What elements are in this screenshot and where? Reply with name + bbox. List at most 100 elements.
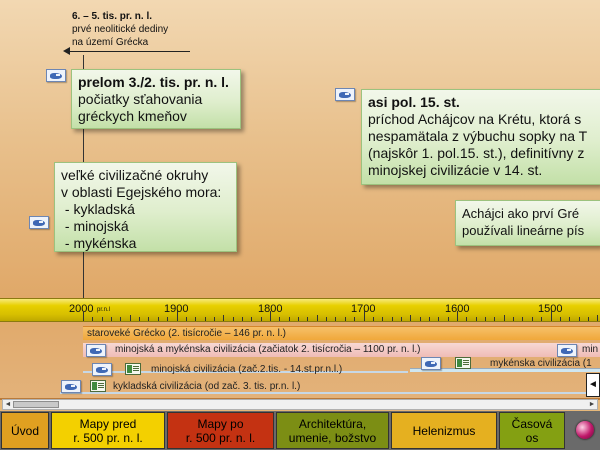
year-label-prnl: pr.n.l <box>97 307 111 313</box>
ruler-tick <box>298 317 300 321</box>
ruler-tick <box>185 317 187 321</box>
scroll-left-button[interactable]: ◄ <box>3 400 13 409</box>
nav-timeline-button[interactable]: Časová os <box>499 412 565 449</box>
map-icon[interactable] <box>46 69 66 82</box>
map-icon[interactable] <box>61 380 81 393</box>
linear-script-box: Achájci ako prví Gré používali lineárne … <box>455 200 600 246</box>
neolithic-note-line1: prvé neolitické dediny <box>72 24 169 35</box>
ruler-tick <box>391 317 393 321</box>
left-arrowhead-icon <box>63 47 70 55</box>
ruler-tick <box>419 317 421 321</box>
page-icon[interactable] <box>90 380 106 392</box>
ruler-tick <box>587 317 589 321</box>
ruler-tick <box>241 317 243 321</box>
ruler-tick <box>475 317 477 321</box>
ruler-tick <box>260 317 262 321</box>
map-icon[interactable] <box>29 216 49 229</box>
ruler-tick <box>279 317 281 321</box>
ruler-tick <box>466 317 468 321</box>
ruler-tick <box>372 317 374 321</box>
ruler-tick <box>83 311 84 321</box>
crete-box-line1: príchod Achájcov na Krétu, ktorá s <box>368 111 582 127</box>
map-icon[interactable] <box>335 88 355 101</box>
ruler-tick <box>428 317 430 321</box>
map-icon[interactable] <box>557 344 577 357</box>
ruler-tick <box>559 317 561 321</box>
ruler-tick <box>232 317 234 321</box>
ruler-tick <box>148 317 150 321</box>
nav-maps-before-label: Mapy pred r. 500 pr. n. l. <box>73 416 143 445</box>
linear-script-line1: Achájci ako prví Gré <box>462 206 580 221</box>
crete-box-line3: (najskôr 1. pol.15. st.), definitívny z <box>368 145 585 161</box>
ruler-tick <box>167 317 169 321</box>
nav-maps-after-label: Mapy po r. 500 pr. n. l. <box>185 416 256 445</box>
scroll-right-button[interactable]: ► <box>587 400 597 409</box>
ruler-tick <box>213 317 215 321</box>
linear-script-line2: používali lineárne pís <box>462 223 585 238</box>
bar-minoan-mycenaean-label: minojská a mykénska civilizácia (začiato… <box>115 344 421 355</box>
ruler-tick <box>195 317 197 321</box>
ruler-tick <box>270 311 271 321</box>
bar-cycladic-label: kykladská civilizácia (od zač. 3. tis. p… <box>113 381 301 392</box>
home-orb-icon[interactable] <box>576 421 594 439</box>
crete-box-line2: nespamätala z výbuchu sopky na T <box>368 128 588 144</box>
ruler-tick <box>111 317 113 321</box>
ruler-tick <box>344 317 346 321</box>
ruler-tick <box>485 317 487 321</box>
ruler-tick <box>363 311 365 321</box>
map-icon[interactable] <box>92 363 112 376</box>
map-icon[interactable] <box>421 357 441 370</box>
timeline-stage: 6. – 5. tis. pr. n. l. prvé neolitické d… <box>0 0 600 400</box>
bar-mycenaean-label: mykénska civilizácia (1 <box>490 358 592 369</box>
nav-architecture-button[interactable]: Architektúra, umenie, božstvo <box>276 412 389 449</box>
ruler-tick <box>578 317 580 321</box>
nav-hellenism-button[interactable]: Helenizmus <box>391 412 497 449</box>
page-icon[interactable] <box>125 363 141 375</box>
ruler-tick <box>410 315 412 321</box>
ruler-tick <box>101 317 103 321</box>
ruler-tick <box>513 317 515 321</box>
timeline-back-arrow-button[interactable]: ◄ <box>586 373 600 397</box>
neolithic-arrow-line <box>68 51 190 52</box>
timeline-ruler: 2000 pr.n.l 1900 1800 1700 1600 1500 <box>0 298 600 322</box>
ruler-tick <box>176 311 178 321</box>
scroll-thumb[interactable] <box>13 401 59 408</box>
ruler-tick <box>316 315 318 321</box>
nav-maps-before-button[interactable]: Mapy pred r. 500 pr. n. l. <box>51 412 165 449</box>
ruler-tick <box>157 317 159 321</box>
map-icon[interactable] <box>86 344 106 357</box>
ruler-tick <box>288 317 290 321</box>
civilizations-item-minojska: - minojská <box>61 218 129 234</box>
ruler-tick <box>494 317 496 321</box>
page-icon[interactable] <box>455 357 471 369</box>
crete-box: asi pol. 15. st. príchod Achájcov na Kré… <box>361 89 600 185</box>
ruler-tick <box>550 311 552 321</box>
crete-box-title: asi pol. 15. st. <box>368 94 460 110</box>
nav-hellenism-label: Helenizmus <box>412 423 476 438</box>
civilizations-box-line2: v oblasti Egejského mora: <box>61 184 222 200</box>
timeline-scrollbar[interactable]: ◄ ► <box>2 399 598 410</box>
bar-ancient-greece[interactable]: staroveké Grécko (2. tisícročie – 146 pr… <box>83 326 600 340</box>
migration-box-title: prelom 3./2. tis. pr. n. l. <box>78 74 229 90</box>
nav-maps-after-button[interactable]: Mapy po r. 500 pr. n. l. <box>167 412 274 449</box>
bottom-navigation: Úvod Mapy pred r. 500 pr. n. l. Mapy po … <box>0 411 600 450</box>
nav-uvod-button[interactable]: Úvod <box>1 412 49 449</box>
ruler-tick <box>251 317 253 321</box>
ruler-tick <box>382 317 384 321</box>
civilizations-box-line1: veľké civilizačné okruhy <box>61 167 209 183</box>
nav-timeline-label: Časová os <box>511 416 553 445</box>
migration-box-line2: gréckych kmeňov <box>78 108 187 124</box>
nav-uvod-label: Úvod <box>10 423 39 438</box>
ruler-tick <box>92 317 94 321</box>
migration-box-line1: počiatky sťahovania <box>78 91 203 107</box>
ruler-tick <box>204 317 206 321</box>
civilizations-item-mykenska: - mykénska <box>61 235 137 251</box>
ruler-tick <box>335 317 337 321</box>
year-label-2000: 2000 <box>69 303 94 315</box>
nav-architecture-label: Architektúra, umenie, božstvo <box>288 416 377 445</box>
ruler-tick <box>129 315 131 321</box>
ruler-tick <box>326 317 328 321</box>
ruler-tick <box>503 315 505 321</box>
neolithic-note-line2: na území Grécka <box>72 37 149 48</box>
ruler-tick <box>400 317 402 321</box>
